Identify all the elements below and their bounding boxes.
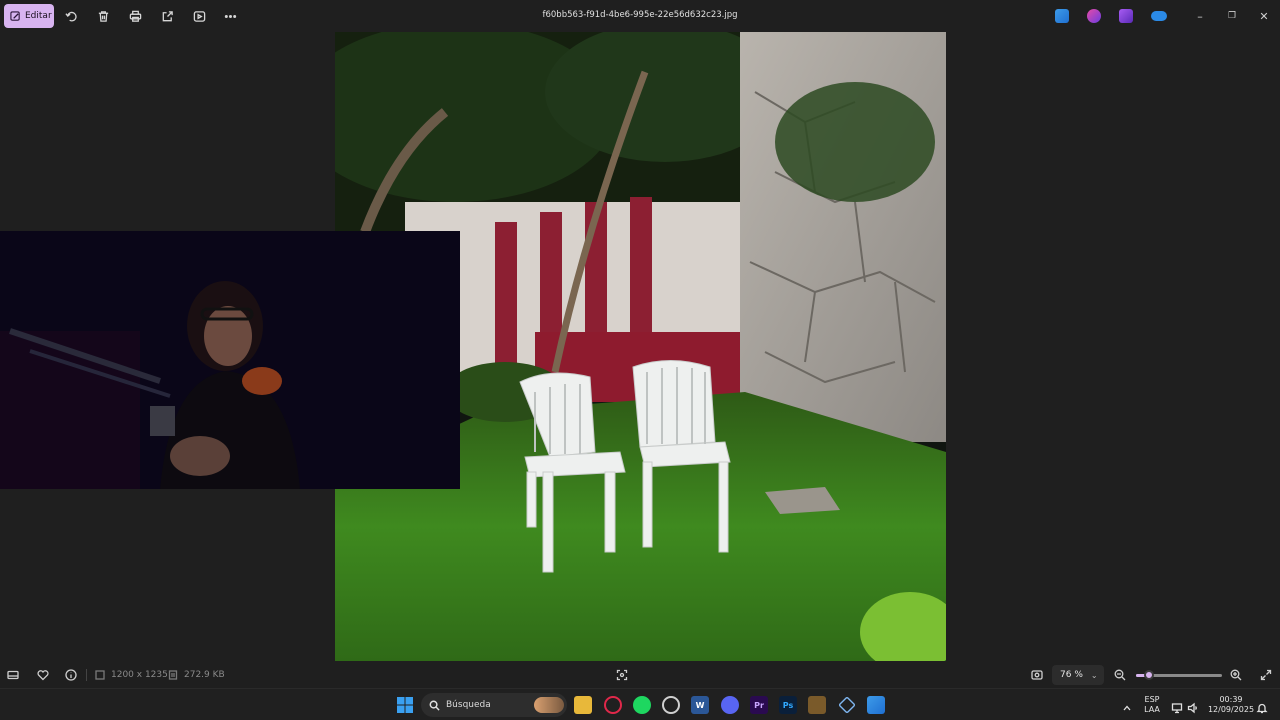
actual-size-icon bbox=[1031, 670, 1043, 680]
webcam-feed-image bbox=[0, 231, 460, 489]
photoshop-icon[interactable]: Ps bbox=[779, 696, 797, 714]
actual-size-button[interactable] bbox=[1030, 668, 1044, 682]
clock-time: 00:39 bbox=[1219, 695, 1243, 704]
maximize-button[interactable]: ❐ bbox=[1224, 8, 1240, 24]
edit-button[interactable]: Editar bbox=[4, 4, 54, 28]
network-icon bbox=[1171, 703, 1183, 714]
close-icon: ✕ bbox=[1259, 9, 1269, 23]
delete-icon bbox=[98, 10, 108, 22]
clipchamp-app-icon[interactable] bbox=[1119, 9, 1133, 23]
volume-button[interactable] bbox=[1187, 699, 1199, 714]
fit-to-window-button[interactable] bbox=[615, 668, 629, 682]
zoom-level-value: 76 % bbox=[1060, 670, 1083, 680]
opera-browser-icon[interactable] bbox=[604, 696, 622, 714]
favorite-button[interactable] bbox=[36, 668, 50, 682]
share-icon bbox=[162, 10, 173, 21]
edit-button-label: Editar bbox=[25, 11, 52, 21]
taskbar-search[interactable]: Búsqueda bbox=[421, 693, 567, 717]
status-separator bbox=[86, 669, 87, 681]
image-dimensions: 1200 x 1235 bbox=[111, 670, 168, 680]
restore-icon: ❐ bbox=[1227, 11, 1237, 21]
clock[interactable]: 00:39 12/09/2025 bbox=[1206, 695, 1256, 715]
zoom-in-icon bbox=[1230, 669, 1242, 681]
filmstrip-icon bbox=[7, 670, 19, 680]
designer-app-icon[interactable] bbox=[1055, 9, 1069, 23]
top-toolbar: Editar f60bb563-f91d-4be6-995e-22e56d632… bbox=[0, 0, 1280, 32]
zoom-slider-thumb[interactable] bbox=[1144, 670, 1154, 680]
app-diamond-icon[interactable] bbox=[838, 696, 856, 714]
chevron-down-icon: ⌄ bbox=[1090, 670, 1098, 680]
clock-date: 12/09/2025 bbox=[1207, 705, 1255, 714]
heart-icon bbox=[37, 670, 49, 681]
windows-logo-icon bbox=[397, 697, 413, 713]
minimize-button[interactable]: – bbox=[1192, 8, 1208, 24]
speaker-icon bbox=[1187, 702, 1197, 714]
bell-icon bbox=[1256, 703, 1268, 714]
language-code: ESP bbox=[1144, 695, 1160, 704]
info-icon bbox=[65, 669, 77, 681]
windows-taskbar: Búsqueda W Pr Ps ESP LAA 00:39 12/09/202… bbox=[0, 688, 1280, 720]
more-icon bbox=[224, 14, 236, 18]
onedrive-cloud-icon[interactable] bbox=[1151, 11, 1167, 21]
delete-button[interactable] bbox=[95, 8, 111, 24]
print-icon bbox=[129, 10, 141, 22]
spotify-icon[interactable] bbox=[633, 696, 651, 714]
network-status-button[interactable] bbox=[1171, 699, 1183, 714]
share-button[interactable] bbox=[159, 8, 175, 24]
slideshow-icon bbox=[193, 10, 205, 22]
photos-app-taskbar-icon[interactable] bbox=[867, 696, 885, 714]
edit-pencil-icon bbox=[10, 10, 20, 21]
fit-screen-icon bbox=[616, 669, 628, 681]
zoom-out-button[interactable] bbox=[1113, 668, 1127, 682]
more-options-button[interactable] bbox=[222, 8, 238, 24]
show-hidden-icons-button[interactable] bbox=[1121, 699, 1133, 711]
discord-icon[interactable] bbox=[721, 696, 739, 714]
dimensions-icon bbox=[93, 668, 107, 682]
webcam-overlay bbox=[0, 231, 460, 489]
file-explorer-icon[interactable] bbox=[574, 696, 592, 714]
input-language-indicator[interactable]: ESP LAA bbox=[1140, 695, 1164, 715]
fullscreen-button[interactable] bbox=[1259, 668, 1273, 682]
zoom-in-button[interactable] bbox=[1229, 668, 1243, 682]
obs-studio-icon[interactable] bbox=[662, 696, 680, 714]
filmstrip-toggle-button[interactable] bbox=[6, 668, 20, 682]
file-size-icon bbox=[166, 668, 180, 682]
expand-icon bbox=[1260, 669, 1272, 681]
file-info-button[interactable] bbox=[64, 668, 78, 682]
rotate-icon bbox=[64, 11, 77, 21]
rotate-button[interactable] bbox=[63, 8, 79, 24]
minimize-icon: – bbox=[1197, 9, 1203, 23]
notifications-button[interactable] bbox=[1256, 699, 1268, 714]
game-launcher-icon[interactable] bbox=[808, 696, 826, 714]
keyboard-layout: LAA bbox=[1144, 705, 1160, 714]
word-icon[interactable]: W bbox=[691, 696, 709, 714]
search-label: Búsqueda bbox=[446, 700, 491, 710]
status-bar: 1200 x 1235 272.9 KB 76 % ⌄ bbox=[0, 662, 1280, 688]
print-button[interactable] bbox=[127, 8, 143, 24]
photos-app-window: Editar f60bb563-f91d-4be6-995e-22e56d632… bbox=[0, 0, 1280, 688]
search-icon bbox=[429, 700, 440, 711]
zoom-out-icon bbox=[1114, 669, 1126, 681]
copilot-app-icon[interactable] bbox=[1087, 9, 1101, 23]
zoom-slider[interactable] bbox=[1136, 670, 1222, 680]
start-button[interactable] bbox=[396, 696, 414, 714]
zoom-level-dropdown[interactable]: 76 % ⌄ bbox=[1052, 665, 1104, 685]
search-highlight-icon bbox=[534, 697, 564, 713]
slideshow-button[interactable] bbox=[191, 8, 207, 24]
file-size: 272.9 KB bbox=[184, 670, 225, 680]
chevron-up-icon bbox=[1123, 705, 1131, 711]
premiere-pro-icon[interactable]: Pr bbox=[750, 696, 768, 714]
close-button[interactable]: ✕ bbox=[1256, 8, 1272, 24]
